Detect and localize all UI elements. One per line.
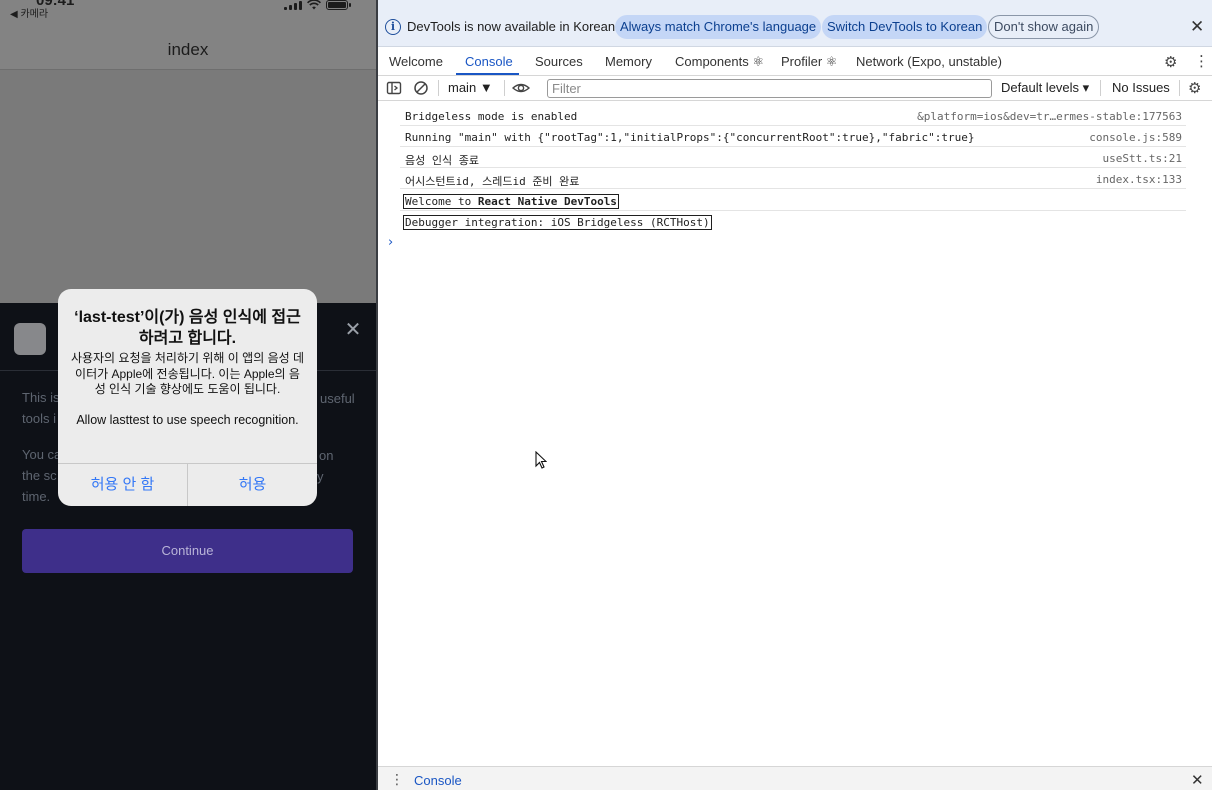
toolbar-divider <box>1179 80 1180 96</box>
source-link[interactable]: &platform=ios&dev=tr…ermes-stable:177563 <box>917 110 1182 123</box>
console-settings-gear-icon[interactable]: ⚙ <box>1188 79 1201 97</box>
context-select[interactable]: main ▼ <box>448 80 493 95</box>
sidebar-toggle-icon[interactable] <box>386 80 402 96</box>
source-link[interactable]: useStt.ts:21 <box>1103 152 1182 165</box>
issues-counter[interactable]: No Issues <box>1112 80 1170 95</box>
tab-profiler[interactable]: Profiler ⚛ <box>781 54 837 70</box>
console-message: 음성 인식 종료 <box>405 154 479 167</box>
welcome-prefix: Welcome to <box>405 195 478 208</box>
panel-tabs: Welcome Console Sources Memory Component… <box>378 47 1212 76</box>
log-levels-value: Default levels <box>1001 80 1080 95</box>
close-icon[interactable]: ✕ <box>343 320 363 340</box>
infobar-text: DevTools is now available in Korean! <box>407 19 619 34</box>
clear-console-icon[interactable] <box>413 80 429 96</box>
source-link[interactable]: index.tsx:133 <box>1096 173 1182 186</box>
sheet-line-1-tail: useful <box>320 391 355 406</box>
console-message: Debugger integration: iOS Bridgeless (RC… <box>403 215 712 230</box>
chevron-down-icon: ▼ <box>479 80 493 95</box>
language-infobar: i DevTools is now available in Korean! A… <box>378 0 1212 47</box>
back-to-app-link[interactable]: ◀ 카메라 <box>10 5 48 20</box>
ios-simulator: 09:41 ◀ 카메라 index ✕ This is tools i usef… <box>0 0 376 790</box>
alert-buttons: 허용 안 함 허용 <box>58 463 317 506</box>
sheet-line-4: the sc <box>22 468 57 483</box>
console-row: 어시스턴트id, 스레드id 준비 완료 index.tsx:133 <box>400 168 1186 189</box>
console-row: Debugger integration: iOS Bridgeless (RC… <box>400 211 1186 232</box>
deny-button[interactable]: 허용 안 함 <box>58 464 188 506</box>
toolbar-divider <box>1100 80 1101 96</box>
info-icon: i <box>385 19 401 35</box>
screen: 09:41 ◀ 카메라 index ✕ This is tools i usef… <box>0 0 1212 790</box>
welcome-bold: React Native DevTools <box>477 195 617 208</box>
console-row: Bridgeless mode is enabled &platform=ios… <box>400 105 1186 126</box>
alert-title: ‘last-test’이(가) 음성 인식에 접근하려고 합니다. <box>74 309 301 347</box>
close-icon[interactable]: ✕ <box>1190 17 1204 37</box>
sheet-line-3: You ca <box>22 447 62 462</box>
active-tab-indicator <box>456 73 519 75</box>
sheet-line-4-tail: y <box>317 469 324 484</box>
allow-button[interactable]: 허용 <box>188 464 317 506</box>
toolbar-divider <box>438 80 439 96</box>
status-bar: 09:41 ◀ 카메라 <box>0 0 376 20</box>
nav-title: index <box>167 40 209 59</box>
context-select-value: main <box>448 80 477 95</box>
settings-gear-icon[interactable]: ⚙ <box>1164 53 1177 71</box>
console-message: Welcome to React Native DevTools <box>403 194 619 209</box>
tab-console[interactable]: Console <box>465 54 513 69</box>
console-row: Welcome to React Native DevTools <box>400 190 1186 211</box>
tab-network[interactable]: Network (Expo, unstable) <box>856 54 1002 69</box>
continue-button[interactable]: Continue <box>22 529 353 573</box>
sheet-line-2: tools i <box>22 411 56 426</box>
log-levels-dropdown[interactable]: Default levels ▾ <box>1001 80 1089 96</box>
permission-alert: ‘last-test’이(가) 음성 인식에 접근하려고 합니다. 사용자의 요… <box>58 289 317 506</box>
close-icon[interactable]: ✕ <box>1191 771 1204 789</box>
console-message: Bridgeless mode is enabled <box>405 110 578 123</box>
tab-components[interactable]: Components ⚛ <box>675 54 764 70</box>
console-log: Bridgeless mode is enabled &platform=ios… <box>378 102 1212 766</box>
battery-icon <box>326 0 351 10</box>
tab-sources[interactable]: Sources <box>535 54 583 69</box>
chevron-down-icon: ▾ <box>1082 80 1090 95</box>
tab-welcome[interactable]: Welcome <box>389 54 443 69</box>
drawer-more-icon[interactable]: ⋮ <box>390 771 404 788</box>
console-toolbar: main ▼ Filter Default levels ▾ No Issues… <box>378 76 1212 101</box>
sheet-line-3-tail: on <box>319 448 334 463</box>
switch-korean-button[interactable]: Switch DevTools to Korean <box>822 15 988 39</box>
devtools-window: i DevTools is now available in Korean! A… <box>378 0 1212 790</box>
alert-message-en: Allow lasttest to use speech recognition… <box>76 413 299 427</box>
nav-header: 09:41 ◀ 카메라 index <box>0 0 376 70</box>
mouse-cursor-icon <box>535 451 547 469</box>
app-icon <box>14 323 46 355</box>
wifi-icon <box>307 0 321 10</box>
dont-show-again-button[interactable]: Don't show again <box>988 15 1100 39</box>
source-link[interactable]: console.js:589 <box>1089 131 1182 144</box>
console-message: Running "main" with {"rootTag":1,"initia… <box>405 131 975 144</box>
console-row: Running "main" with {"rootTag":1,"initia… <box>400 126 1186 147</box>
sheet-line-1: This is <box>22 390 60 405</box>
cellular-signal-icon <box>284 0 302 10</box>
console-row: 음성 인식 종료 useStt.ts:21 <box>400 147 1186 168</box>
tab-memory[interactable]: Memory <box>605 54 652 69</box>
console-prompt-chevron-icon[interactable]: › <box>388 235 393 250</box>
filter-input[interactable]: Filter <box>547 79 992 98</box>
console-message: 어시스턴트id, 스레드id 준비 완료 <box>405 175 580 188</box>
toolbar-divider <box>504 80 505 96</box>
drawer-tab-console[interactable]: Console <box>414 773 462 788</box>
alert-message-ko: 사용자의 요청을 처리하기 위해 이 앱의 음성 데이터가 Apple에 전송됩… <box>70 351 305 396</box>
status-icons <box>284 0 351 10</box>
match-language-button[interactable]: Always match Chrome's language <box>615 15 822 39</box>
more-options-icon[interactable]: ⋮ <box>1194 52 1209 70</box>
live-expression-eye-icon[interactable] <box>512 80 530 96</box>
sheet-line-5: time. <box>22 489 51 504</box>
console-drawer: ⋮ Console ✕ <box>378 766 1212 790</box>
